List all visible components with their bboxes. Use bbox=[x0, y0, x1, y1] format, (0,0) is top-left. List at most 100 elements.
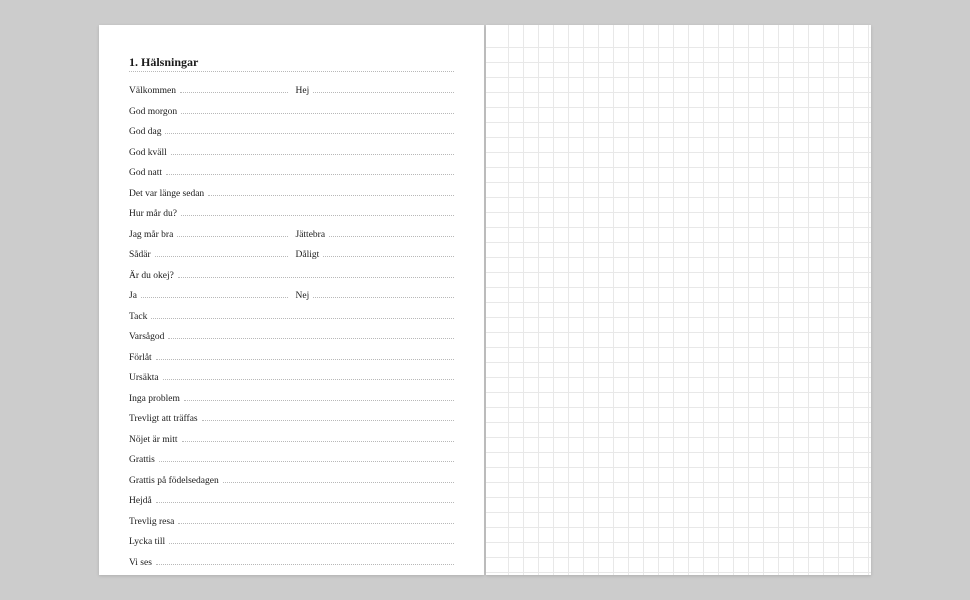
entry-row: God kväll bbox=[129, 148, 454, 169]
entry-row: Ja Nej bbox=[129, 291, 454, 312]
entry-segment: Nöjet är mitt bbox=[129, 435, 454, 445]
entry-label: Förlåt bbox=[129, 353, 152, 363]
dotted-line bbox=[155, 256, 288, 257]
entry-segment: Grattis på födelsedagen bbox=[129, 476, 454, 486]
book-spread: 1. Hälsningar Välkommen Hej God morgon God … bbox=[99, 25, 871, 575]
entry-row: Vi ses bbox=[129, 558, 454, 579]
dotted-line bbox=[168, 338, 454, 339]
entry-segment: Trevligt att träffas bbox=[129, 414, 454, 424]
entry-row: Förlåt bbox=[129, 353, 454, 374]
entry-segment: Lycka till bbox=[129, 537, 454, 547]
entry-segment: Det var länge sedan bbox=[129, 189, 454, 199]
entry-row: Varsågod bbox=[129, 332, 454, 353]
entry-segment: Ursäkta bbox=[129, 373, 454, 383]
entry-label: God morgon bbox=[129, 107, 177, 117]
entry-segment: Är du okej? bbox=[129, 271, 454, 281]
entry-segment: Grattis bbox=[129, 455, 454, 465]
dotted-line bbox=[181, 113, 454, 114]
entry-row: Jag mår bra Jättebra bbox=[129, 230, 454, 251]
entry-label: Sådär bbox=[129, 250, 151, 260]
section-title: 1. Hälsningar bbox=[129, 55, 454, 72]
entry-row: Är du okej? bbox=[129, 271, 454, 292]
entry-row: Inga problem bbox=[129, 394, 454, 415]
entry-label: Hej bbox=[296, 86, 310, 96]
entry-row: God natt bbox=[129, 168, 454, 189]
dotted-line bbox=[159, 461, 454, 462]
dotted-line bbox=[313, 92, 454, 93]
entry-label: God dag bbox=[129, 127, 161, 137]
entry-segment: Varsågod bbox=[129, 332, 454, 342]
entry-row: Ursäkta bbox=[129, 373, 454, 394]
entry-label: Ursäkta bbox=[129, 373, 159, 383]
entry-label: Nöjet är mitt bbox=[129, 435, 178, 445]
entry-label: God natt bbox=[129, 168, 162, 178]
entry-segment: Sådär bbox=[129, 250, 288, 260]
entry-segment: Dåligt bbox=[296, 250, 455, 260]
entry-segment: God dag bbox=[129, 127, 454, 137]
entry-row: God dag bbox=[129, 127, 454, 148]
entry-segment: Tack bbox=[129, 312, 454, 322]
entry-segment: Ja bbox=[129, 291, 288, 301]
entry-segment: Jättebra bbox=[296, 230, 455, 240]
entry-label: Jättebra bbox=[296, 230, 326, 240]
dotted-line bbox=[151, 318, 454, 319]
entry-list: Välkommen Hej God morgon God dag God kvällGo… bbox=[129, 86, 454, 578]
entry-label: Nej bbox=[296, 291, 310, 301]
entry-row: Trevligt att träffas bbox=[129, 414, 454, 435]
dotted-line bbox=[184, 400, 454, 401]
entry-label: Är du okej? bbox=[129, 271, 174, 281]
dotted-line bbox=[329, 236, 454, 237]
dotted-line bbox=[166, 174, 454, 175]
dotted-line bbox=[171, 154, 454, 155]
entry-label: Varsågod bbox=[129, 332, 164, 342]
left-page: 1. Hälsningar Välkommen Hej God morgon God … bbox=[99, 25, 484, 575]
entry-row: Grattis på födelsedagen bbox=[129, 476, 454, 497]
entry-label: Trevligt att träffas bbox=[129, 414, 198, 424]
entry-label: Jag mår bra bbox=[129, 230, 173, 240]
entry-row: Hur mår du? bbox=[129, 209, 454, 230]
entry-segment: Hej bbox=[296, 86, 455, 96]
dotted-line bbox=[180, 92, 288, 93]
entry-segment: Förlåt bbox=[129, 353, 454, 363]
entry-segment: Jag mår bra bbox=[129, 230, 288, 240]
right-page-grid bbox=[486, 25, 871, 575]
entry-segment: God morgon bbox=[129, 107, 454, 117]
entry-label: Vi ses bbox=[129, 558, 152, 568]
entry-label: Inga problem bbox=[129, 394, 180, 404]
entry-segment: Välkommen bbox=[129, 86, 288, 96]
entry-label: Grattis på födelsedagen bbox=[129, 476, 219, 486]
entry-row: Hejdå bbox=[129, 496, 454, 517]
entry-segment: Hur mår du? bbox=[129, 209, 454, 219]
entry-row: Nöjet är mitt bbox=[129, 435, 454, 456]
entry-label: Välkommen bbox=[129, 86, 176, 96]
entry-label: Trevlig resa bbox=[129, 517, 174, 527]
dotted-line bbox=[313, 297, 454, 298]
dotted-line bbox=[208, 195, 454, 196]
dotted-line bbox=[156, 564, 454, 565]
dotted-line bbox=[178, 277, 454, 278]
dotted-line bbox=[156, 359, 454, 360]
dotted-line bbox=[182, 441, 454, 442]
entry-segment: Hejdå bbox=[129, 496, 454, 506]
entry-segment: Trevlig resa bbox=[129, 517, 454, 527]
dotted-line bbox=[202, 420, 454, 421]
dotted-line bbox=[169, 543, 454, 544]
entry-label: Dåligt bbox=[296, 250, 320, 260]
dotted-line bbox=[156, 502, 454, 503]
entry-label: Grattis bbox=[129, 455, 155, 465]
entry-segment: Inga problem bbox=[129, 394, 454, 404]
dotted-line bbox=[223, 482, 454, 483]
entry-row: Lycka till bbox=[129, 537, 454, 558]
entry-label: Det var länge sedan bbox=[129, 189, 204, 199]
entry-label: Hejdå bbox=[129, 496, 152, 506]
dotted-line bbox=[323, 256, 454, 257]
entry-label: Lycka till bbox=[129, 537, 165, 547]
entry-row: Välkommen Hej bbox=[129, 86, 454, 107]
entry-row: Tack bbox=[129, 312, 454, 333]
entry-row: Sådär Dåligt bbox=[129, 250, 454, 271]
entry-row: Trevlig resa bbox=[129, 517, 454, 538]
dotted-line bbox=[178, 523, 454, 524]
entry-row: God morgon bbox=[129, 107, 454, 128]
entry-segment: Vi ses bbox=[129, 558, 454, 568]
dotted-line bbox=[141, 297, 288, 298]
